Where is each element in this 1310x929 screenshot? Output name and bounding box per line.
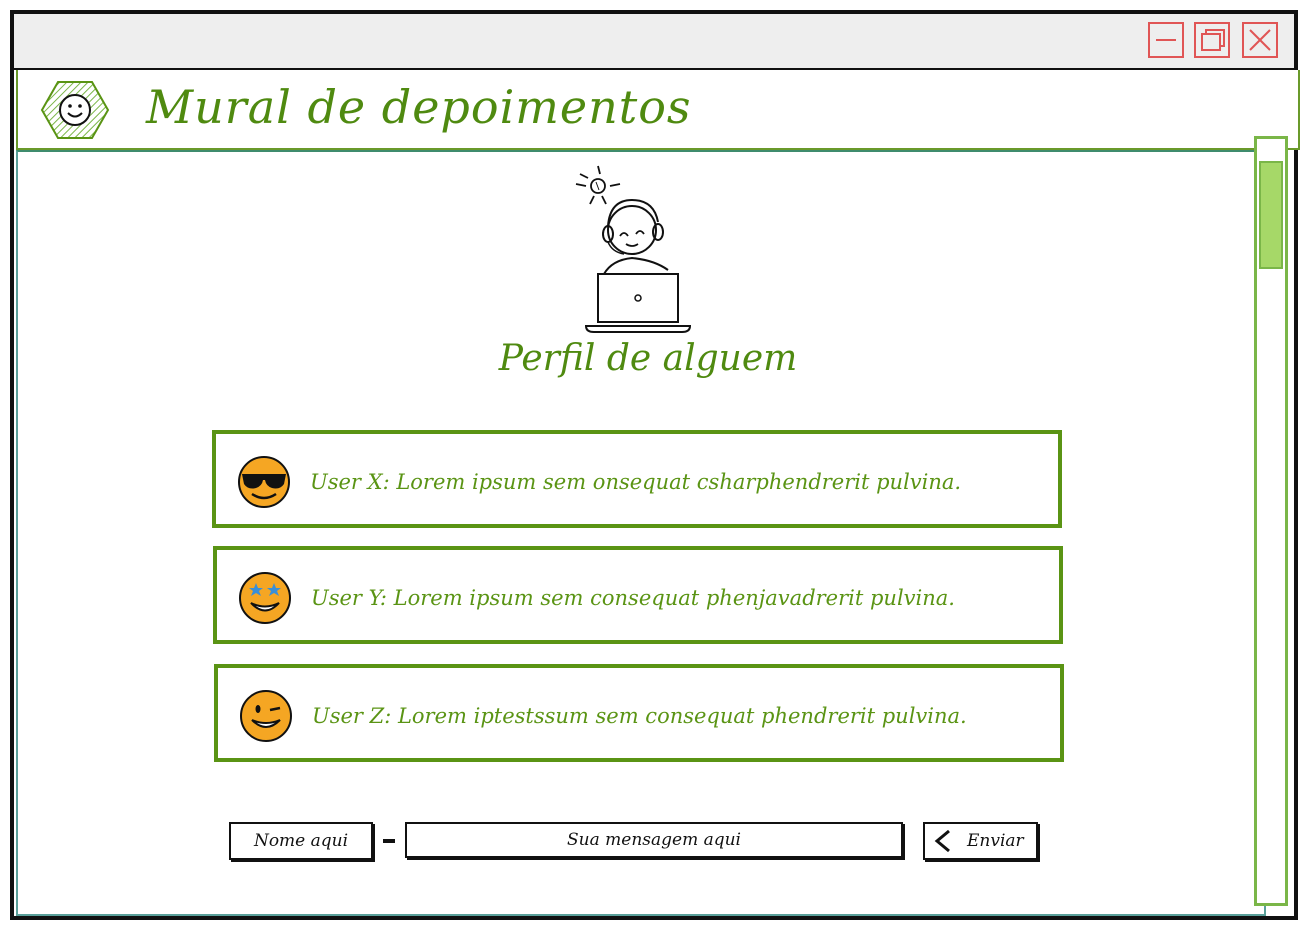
minimize-icon (1156, 39, 1176, 41)
minimize-button[interactable] (1148, 22, 1184, 58)
vertical-scrollbar[interactable] (1254, 136, 1288, 906)
star-eyes-emoji-icon (239, 572, 291, 624)
profile-title: Perfil de alguem (498, 338, 798, 379)
maximize-icon (1201, 29, 1225, 51)
scrollbar-thumb[interactable] (1259, 161, 1283, 269)
maximize-button[interactable] (1194, 22, 1230, 58)
testimonial-text: User Z: Lorem iptestssum sem consequat p… (312, 704, 967, 728)
testimonial-card: User Z: Lorem iptestssum sem consequat p… (214, 664, 1064, 762)
wink-emoji-icon (240, 690, 292, 742)
title-bar (14, 14, 1294, 70)
testimonial-card: User X: Lorem ipsum sem onsequat csharph… (212, 430, 1062, 528)
message-input[interactable] (405, 822, 903, 858)
smiley-hexagon-icon (40, 81, 110, 139)
testimonial-text: User X: Lorem ipsum sem onsequat csharph… (310, 470, 962, 494)
testimonial-text: User Y: Lorem ipsum sem consequat phenja… (311, 586, 955, 610)
close-icon (1249, 29, 1271, 51)
chevron-left-icon (934, 829, 950, 853)
close-button[interactable] (1242, 22, 1278, 58)
send-label: Enviar (967, 831, 1024, 851)
separator-dash (383, 839, 395, 843)
sunglasses-emoji-icon (238, 456, 290, 508)
person-laptop-icon (575, 165, 692, 333)
app-title: Mural de depoimentos (146, 80, 692, 134)
testimonial-card: User Y: Lorem ipsum sem consequat phenja… (213, 546, 1063, 644)
app-header: Mural de depoimentos (16, 70, 1300, 150)
send-button[interactable]: Enviar (923, 822, 1038, 860)
name-input[interactable] (229, 822, 373, 860)
